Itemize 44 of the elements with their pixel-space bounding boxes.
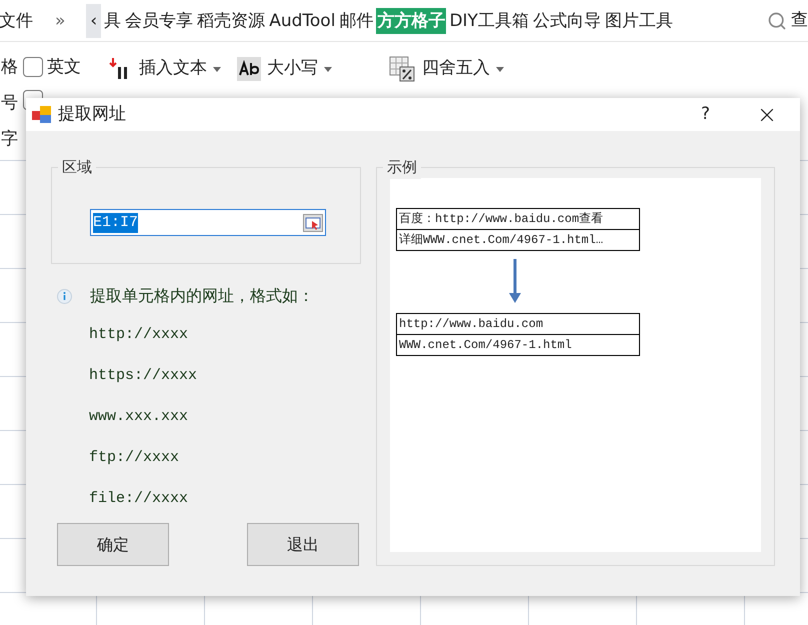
ribbon-label: 格 [1,56,18,78]
ribbon-tool-button[interactable]: 插入文本 [109,56,221,82]
ribbon-tool-button[interactable]: 大小写 [237,56,332,82]
caret-icon[interactable] [496,66,504,72]
info-icon [57,288,72,304]
ribbon-tab[interactable]: 图片工具 [604,8,674,34]
help-button[interactable]: ? [700,102,710,128]
ribbon-tab[interactable]: 公式向导 [532,8,602,34]
checkbox-label[interactable]: 英文 [47,56,81,78]
down-arrow-icon [508,259,522,305]
example-cell-text: 百度：http://www.baidu.com查看 [398,211,604,228]
ribbon-tool-button[interactable]: 四舍五入 [388,56,504,82]
range-picker-icon[interactable] [303,214,323,232]
ribbon-tab[interactable]: 会员专享 [124,8,194,34]
ribbon-tab[interactable]: 具 [103,8,122,34]
range-field[interactable]: E1:I7 [90,209,326,236]
format-example: http://xxxx [89,325,190,345]
dialog-button[interactable]: 退出 [247,523,359,566]
format-example: www.xxx.xxx [89,407,190,427]
format-example: file://xxxx [89,489,190,509]
ribbon-tab[interactable]: » [54,8,66,34]
info-text: 提取单元格内的网址，格式如： [90,285,314,307]
checkbox[interactable] [23,57,43,77]
caret-icon[interactable] [213,66,221,72]
format-example: ftp://xxxx [89,448,180,468]
format-example: https://xxxx [89,366,198,386]
ribbon-label: 字 [1,128,18,150]
table-percent-icon [388,55,416,83]
example-cell: WWW.cnet.Com/4967-1.html [397,334,639,355]
window-title: 提取网址 [58,102,126,126]
caret-icon[interactable] [324,66,332,72]
search-label[interactable]: 查 [791,8,808,34]
ribbon-tab[interactable]: 邮件 [338,8,374,34]
ribbon-tab[interactable]: AudTool [268,8,336,34]
example-cell-text: http://www.baidu.com [398,316,544,333]
ribbon-tab[interactable]: ‹ [86,4,102,38]
app-icon [32,104,52,124]
search-icon[interactable] [767,10,787,30]
text-case-icon [237,57,261,81]
dialog-button[interactable]: 确定 [57,523,169,566]
example-cell: 详细WWW.cnet.Com/4967-1.html… [397,229,639,250]
ribbon-tab[interactable]: DIY工具箱 [448,8,530,34]
ribbon-label: 号 [1,92,18,114]
ribbon-tab[interactable]: 稻壳资源 [196,8,266,34]
